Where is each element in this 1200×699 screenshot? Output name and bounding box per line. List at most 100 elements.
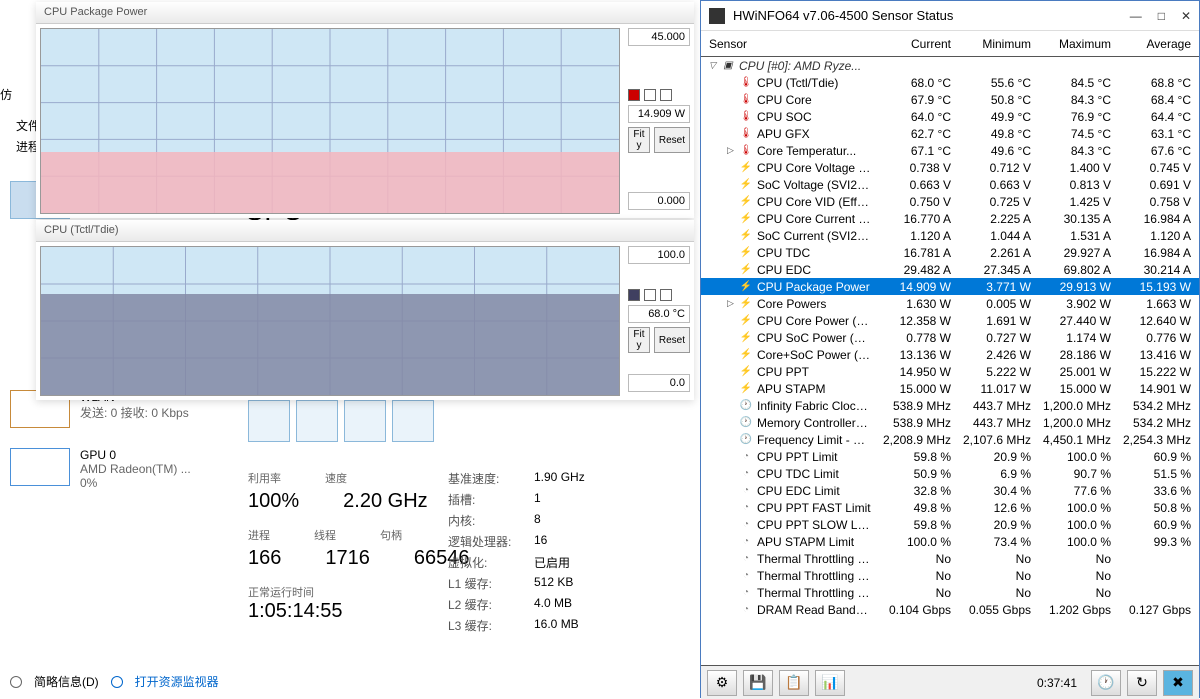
sensor-row[interactable]: ⚡CPU Package Power14.909 W3.771 W29.913 … (701, 278, 1199, 295)
base-speed: 1.90 GHz (534, 470, 585, 487)
sensor-row[interactable]: ⚡CPU EDC29.482 A27.345 A69.802 A30.214 A (701, 261, 1199, 278)
col-maximum[interactable]: Maximum (1031, 37, 1111, 51)
graph2-reset-button[interactable]: Reset (654, 327, 690, 353)
sensor-row[interactable]: 🌡CPU SOC64.0 °C49.9 °C76.9 °C64.4 °C (701, 108, 1199, 125)
l1: 512 KB (534, 575, 573, 592)
speed-label: 速度 (325, 470, 347, 486)
thread-value: 1716 (325, 547, 370, 570)
tb-config-icon[interactable]: ⚙ (707, 670, 737, 696)
sensor-row[interactable]: ⚡APU STAPM15.000 W11.017 W15.000 W14.901… (701, 380, 1199, 397)
sensor-row[interactable]: 🌡CPU Core67.9 °C50.8 °C84.3 °C68.4 °C (701, 91, 1199, 108)
simple-info-link[interactable]: 简略信息(D) (34, 673, 99, 690)
sensor-row[interactable]: ◔DRAM Read Bandwidth0.104 Gbps0.055 Gbps… (701, 601, 1199, 618)
graph1-max: 45.000 (628, 28, 690, 46)
lprocs-label: 逻辑处理器: (448, 533, 534, 550)
sensor-row[interactable]: ⚡SoC Current (SVI2 T...1.120 A1.044 A1.5… (701, 227, 1199, 244)
sensor-row[interactable]: ⚡CPU Core Voltage (S...0.738 V0.712 V1.4… (701, 159, 1199, 176)
l2-label: L2 缓存: (448, 596, 534, 613)
resmon-link[interactable]: 打开资源监视器 (135, 673, 219, 690)
sensor-row[interactable]: ◔Thermal Throttling (...NoNoNo (701, 550, 1199, 567)
tm-menu-analyze[interactable]: 仿 (0, 86, 12, 103)
sensor-row[interactable]: ◔APU STAPM Limit100.0 %73.4 %100.0 %99.3… (701, 533, 1199, 550)
l3: 16.0 MB (534, 617, 579, 634)
col-minimum[interactable]: Minimum (951, 37, 1031, 51)
graph2-current: 68.0 °C (628, 305, 690, 323)
virt: 已启用 (534, 554, 570, 571)
tb-reset-icon[interactable]: ↻ (1127, 670, 1157, 696)
util-value: 100% (248, 490, 299, 513)
resmon-icon[interactable] (111, 676, 123, 688)
cores: 8 (534, 512, 541, 529)
proc-label: 进程 (248, 527, 270, 543)
graph1-legend[interactable] (628, 89, 690, 101)
sensor-row[interactable]: ⚡CPU SoC Power (SVI...0.778 W0.727 W1.17… (701, 329, 1199, 346)
sensor-row[interactable]: ⚡CPU PPT14.950 W5.222 W25.001 W15.222 W (701, 363, 1199, 380)
thread-label: 线程 (314, 527, 336, 543)
handle-label: 句柄 (380, 527, 402, 543)
sensor-row[interactable]: ▷🌡Core Temperatur...67.1 °C49.6 °C84.3 °… (701, 142, 1199, 159)
sensor-row[interactable]: ⚡Core+SoC Power (S...13.136 W2.426 W28.1… (701, 346, 1199, 363)
hwinfo-title: HWiNFO64 v7.06-4500 Sensor Status (733, 8, 1122, 23)
sensor-row[interactable]: ◔CPU PPT FAST Limit49.8 %12.6 %100.0 %50… (701, 499, 1199, 516)
graph2-fill (41, 294, 619, 395)
graph1-title[interactable]: CPU Package Power (36, 2, 694, 24)
side-gpu-sub: AMD Radeon(TM) ... (80, 462, 191, 476)
tb-close-icon[interactable]: ✖ (1163, 670, 1193, 696)
tb-copy-icon[interactable]: 📋 (779, 670, 809, 696)
sockets-label: 插槽: (448, 491, 534, 508)
sensor-row[interactable]: 🕐Infinity Fabric Clock ...538.9 MHz443.7… (701, 397, 1199, 414)
side-gpu-label: GPU 0 (80, 448, 191, 462)
tb-save-icon[interactable]: 💾 (743, 670, 773, 696)
graph2-legend[interactable] (628, 289, 690, 301)
sensor-row[interactable]: ▷⚡Core Powers1.630 W0.005 W3.902 W1.663 … (701, 295, 1199, 312)
minimize-button[interactable]: — (1130, 9, 1142, 23)
expand-icon[interactable] (10, 676, 22, 688)
side-wlan-sub: 发送: 0 接收: 0 Kbps (80, 404, 189, 421)
sensor-row[interactable]: ⚡CPU Core Current (S...16.770 A2.225 A30… (701, 210, 1199, 227)
sensor-row[interactable]: ⚡CPU TDC16.781 A2.261 A29.927 A16.984 A (701, 244, 1199, 261)
sensor-row[interactable]: ⚡CPU Core Power (SV...12.358 W1.691 W27.… (701, 312, 1199, 329)
graph1-fill (41, 152, 619, 213)
core-box (392, 400, 434, 442)
hwinfo-header[interactable]: Sensor Current Minimum Maximum Average (701, 31, 1199, 57)
sensor-row[interactable]: ⚡SoC Voltage (SVI2 T...0.663 V0.663 V0.8… (701, 176, 1199, 193)
sensor-row[interactable]: ◔CPU EDC Limit32.8 %30.4 %77.6 %33.6 % (701, 482, 1199, 499)
core-box (344, 400, 386, 442)
graph1-reset-button[interactable]: Reset (654, 127, 690, 153)
graph1-current: 14.909 W (628, 105, 690, 123)
sensor-row[interactable]: ◔CPU TDC Limit50.9 %6.9 %90.7 %51.5 % (701, 465, 1199, 482)
cpu-stats: 利用率 速度 100% 2.20 GHz 进程 线程 句柄 166 1716 6… (248, 470, 470, 623)
tb-log-icon[interactable]: 📊 (815, 670, 845, 696)
sensor-row[interactable]: 🕐Memory Controller C...538.9 MHz443.7 MH… (701, 414, 1199, 431)
cpu-right-stats: 基准速度:1.90 GHz 插槽:1 内核:8 逻辑处理器:16 虚拟化:已启用… (448, 470, 585, 638)
sensor-row[interactable]: ◔Thermal Throttling (...NoNoNo (701, 584, 1199, 601)
sensor-row[interactable]: ⚡CPU Core VID (Effect...0.750 V0.725 V1.… (701, 193, 1199, 210)
sensor-row[interactable]: ◔CPU PPT Limit59.8 %20.9 %100.0 %60.9 % (701, 448, 1199, 465)
graph2-fit-button[interactable]: Fit y (628, 327, 650, 353)
sensor-row[interactable]: ◔Thermal Throttling (...NoNoNo (701, 567, 1199, 584)
hwinfo-toolbar: ⚙ 💾 📋 📊 0:37:41 🕐 ↻ ✖ (701, 665, 1199, 699)
tb-clock-icon[interactable]: 🕐 (1091, 670, 1121, 696)
lprocs: 16 (534, 533, 547, 550)
sensor-group-header[interactable]: ▽▣CPU [#0]: AMD Ryze... (701, 57, 1199, 74)
taskmgr-footer: 简略信息(D) 打开资源监视器 (10, 673, 219, 690)
graph2-plot[interactable] (40, 246, 620, 396)
l1-label: L1 缓存: (448, 575, 534, 592)
col-average[interactable]: Average (1111, 37, 1191, 51)
sensor-row[interactable]: 🌡APU GFX62.7 °C49.8 °C74.5 °C63.1 °C (701, 125, 1199, 142)
hwinfo-body[interactable]: ▽▣CPU [#0]: AMD Ryze...🌡CPU (Tctl/Tdie)6… (701, 57, 1199, 665)
col-current[interactable]: Current (871, 37, 951, 51)
sensor-row[interactable]: ◔CPU PPT SLOW Limit59.8 %20.9 %100.0 %60… (701, 516, 1199, 533)
hwinfo-titlebar[interactable]: HWiNFO64 v7.06-4500 Sensor Status — □ ✕ (701, 1, 1199, 31)
sensor-row[interactable]: 🕐Frequency Limit - Gl...2,208.9 MHz2,107… (701, 431, 1199, 448)
graph1-zero: 0.000 (628, 192, 690, 210)
col-sensor[interactable]: Sensor (709, 37, 871, 51)
close-button[interactable]: ✕ (1181, 9, 1191, 23)
maximize-button[interactable]: □ (1158, 9, 1165, 23)
graph2-title[interactable]: CPU (Tctl/Tdie) (36, 220, 694, 242)
tm-side-gpu[interactable]: GPU 0 AMD Radeon(TM) ... 0% (10, 448, 191, 490)
proc-value: 166 (248, 547, 281, 570)
graph1-plot[interactable] (40, 28, 620, 214)
sensor-row[interactable]: 🌡CPU (Tctl/Tdie)68.0 °C55.6 °C84.5 °C68.… (701, 74, 1199, 91)
graph1-fit-button[interactable]: Fit y (628, 127, 650, 153)
